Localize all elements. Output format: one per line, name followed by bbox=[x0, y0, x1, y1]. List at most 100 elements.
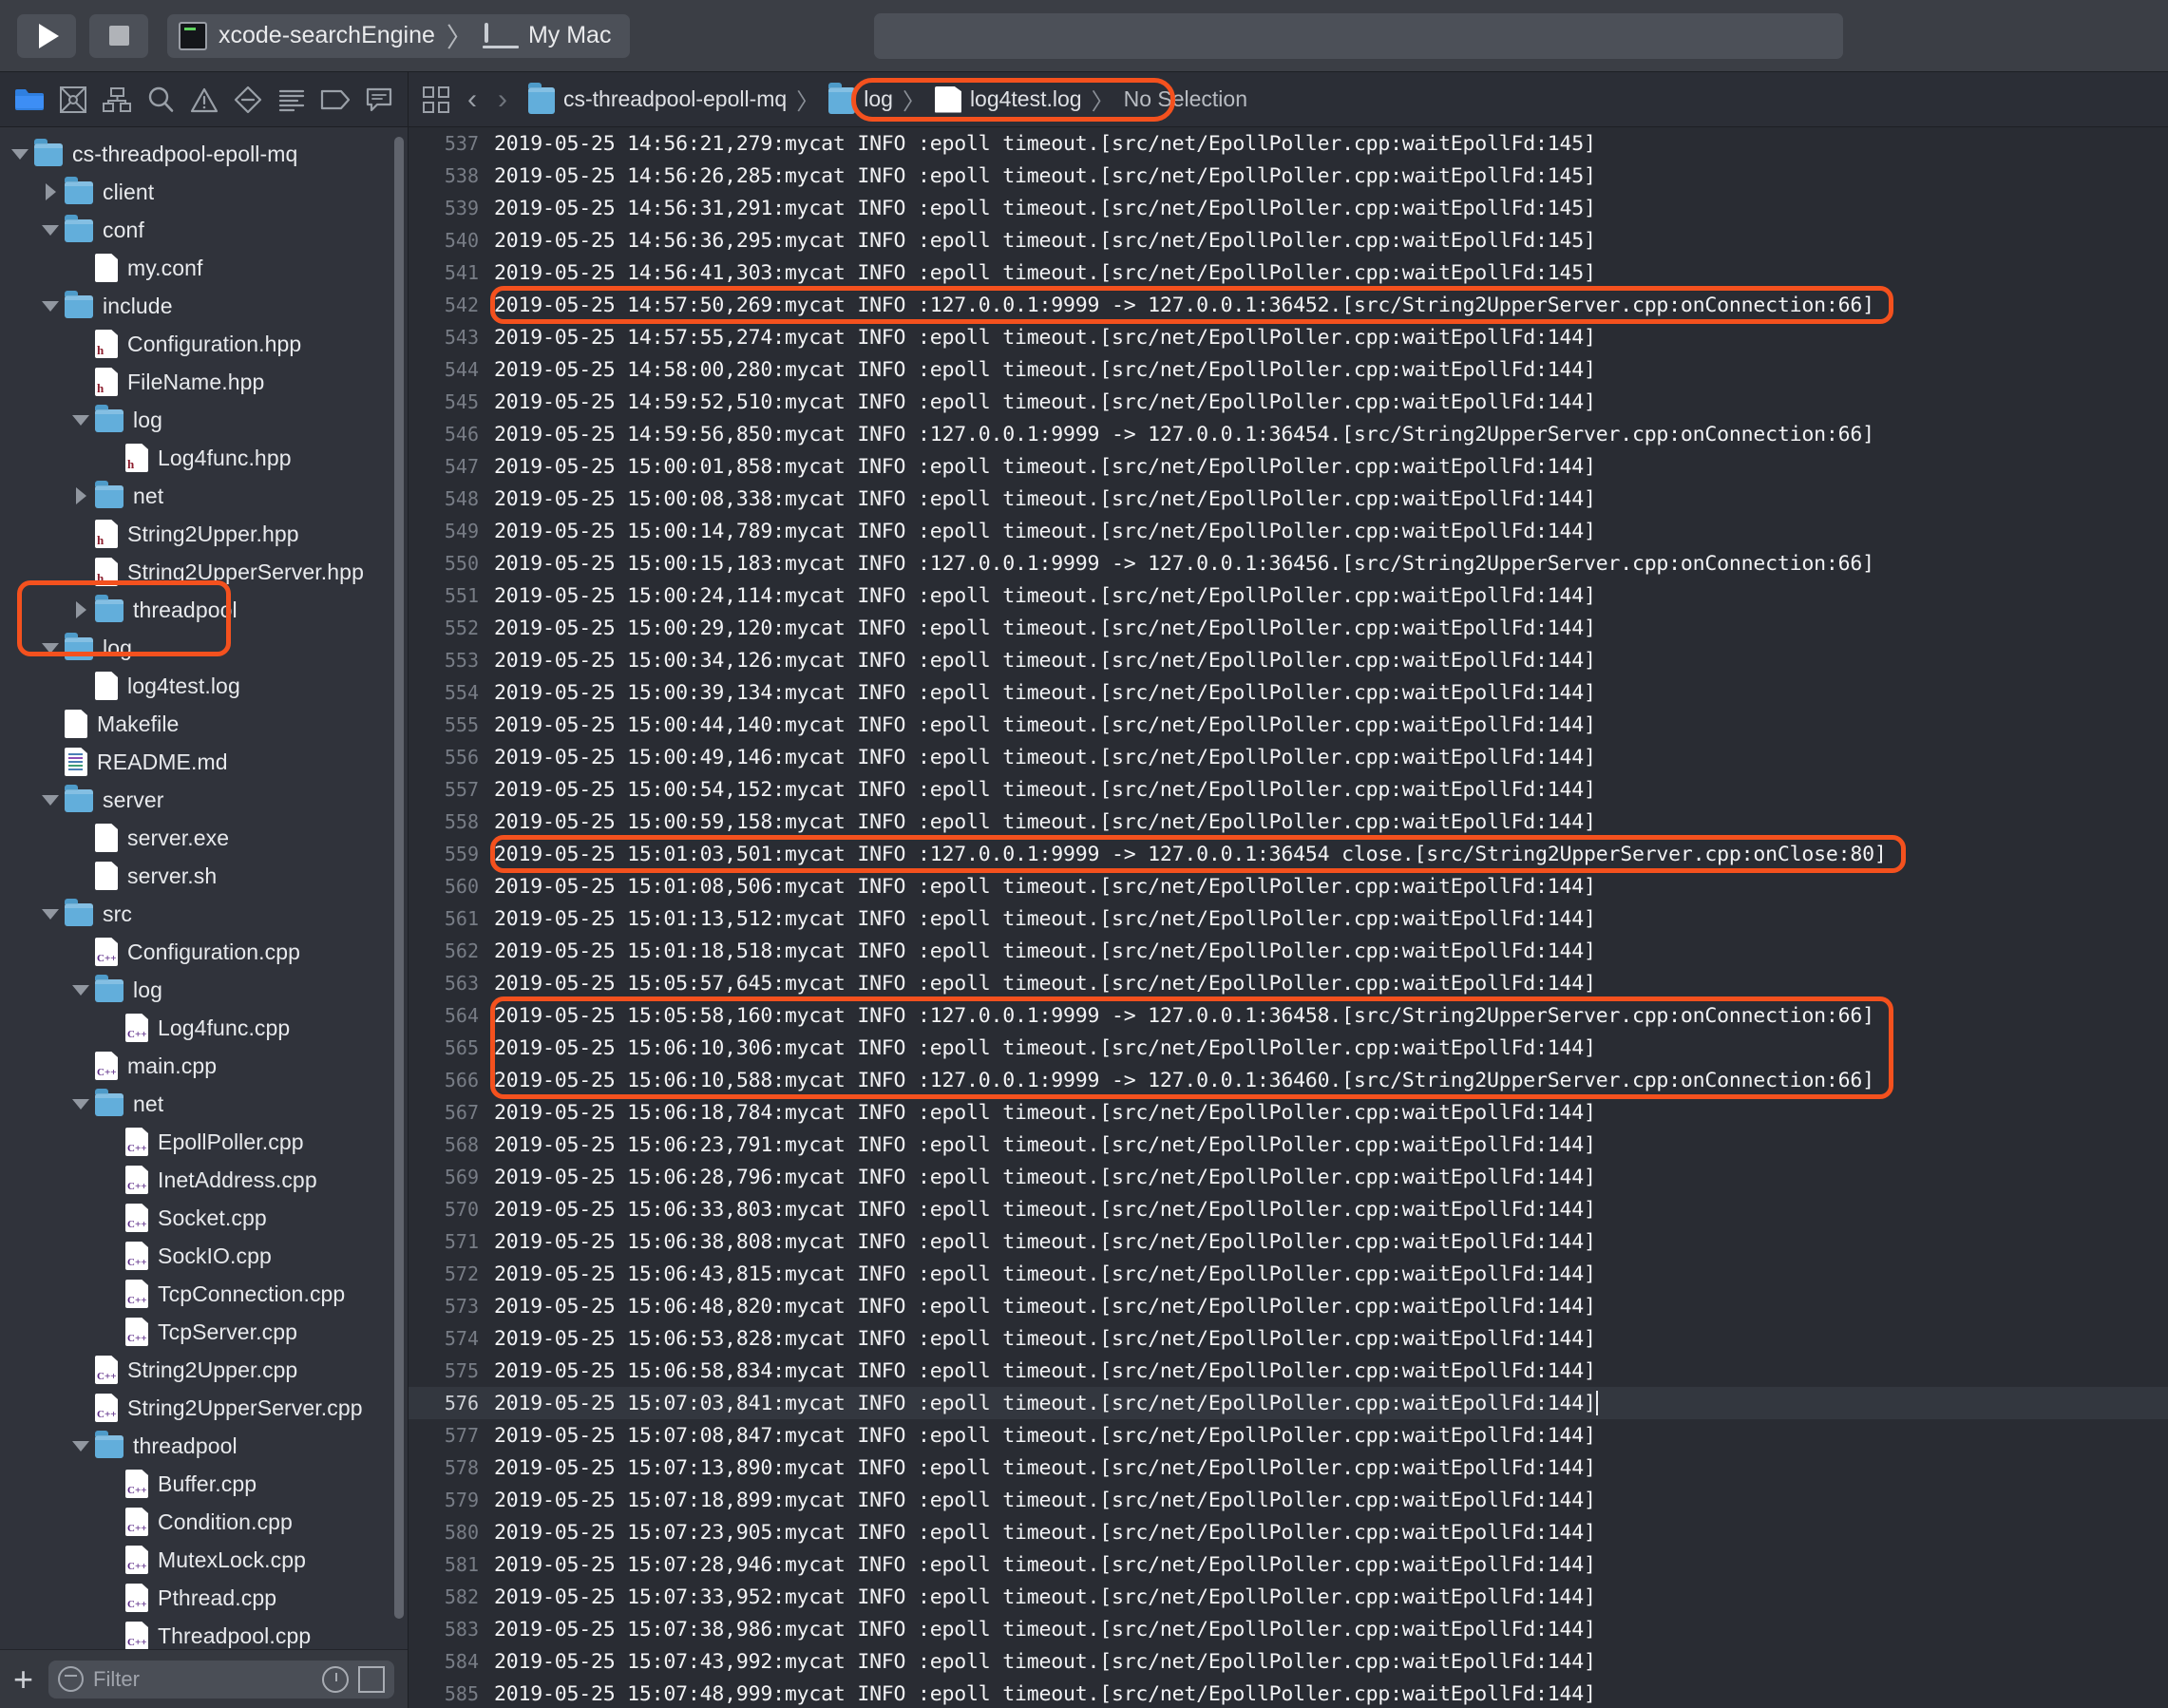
stop-button[interactable] bbox=[89, 14, 148, 58]
log-line[interactable]: 5432019-05-25 14:57:55,274:mycat INFO :e… bbox=[409, 321, 2168, 353]
tree-item-log4test-log[interactable]: log4test.log bbox=[0, 667, 408, 705]
log-line[interactable]: 5782019-05-25 15:07:13,890:mycat INFO :e… bbox=[409, 1452, 2168, 1484]
log-line[interactable]: 5412019-05-25 14:56:41,303:mycat INFO :e… bbox=[409, 256, 2168, 289]
log-line[interactable]: 5642019-05-25 15:05:58,160:mycat INFO :1… bbox=[409, 999, 2168, 1032]
log-line[interactable]: 5552019-05-25 15:00:44,140:mycat INFO :e… bbox=[409, 709, 2168, 741]
log-line[interactable]: 5382019-05-25 14:56:26,285:mycat INFO :e… bbox=[409, 160, 2168, 192]
find-navigator-icon[interactable] bbox=[141, 80, 181, 120]
log-line[interactable]: 5472019-05-25 15:00:01,858:mycat INFO :e… bbox=[409, 450, 2168, 483]
back-button[interactable]: ‹ bbox=[467, 84, 477, 116]
tree-item-conf[interactable]: conf bbox=[0, 211, 408, 249]
log-line[interactable]: 5652019-05-25 15:06:10,306:mycat INFO :e… bbox=[409, 1032, 2168, 1064]
log-line[interactable]: 5602019-05-25 15:01:08,506:mycat INFO :e… bbox=[409, 870, 2168, 902]
tree-item-main-cpp[interactable]: main.cpp bbox=[0, 1047, 408, 1085]
log-line[interactable]: 5752019-05-25 15:06:58,834:mycat INFO :e… bbox=[409, 1355, 2168, 1387]
log-line[interactable]: 5482019-05-25 15:00:08,338:mycat INFO :e… bbox=[409, 483, 2168, 515]
tree-item-pthread-cpp[interactable]: Pthread.cpp bbox=[0, 1579, 408, 1617]
tree-item-my-conf[interactable]: my.conf bbox=[0, 249, 408, 287]
log-line[interactable]: 5462019-05-25 14:59:56,850:mycat INFO :1… bbox=[409, 418, 2168, 450]
log-line[interactable]: 5612019-05-25 15:01:13,512:mycat INFO :e… bbox=[409, 902, 2168, 935]
log-line[interactable]: 5622019-05-25 15:01:18,518:mycat INFO :e… bbox=[409, 935, 2168, 967]
symbol-navigator-icon[interactable] bbox=[97, 80, 137, 120]
disclosure-triangle-icon[interactable] bbox=[40, 225, 61, 236]
log-line[interactable]: 5692019-05-25 15:06:28,796:mycat INFO :e… bbox=[409, 1161, 2168, 1193]
forward-button[interactable]: › bbox=[498, 84, 507, 116]
log-line[interactable]: 5832019-05-25 15:07:38,986:mycat INFO :e… bbox=[409, 1613, 2168, 1645]
log-line[interactable]: 5452019-05-25 14:59:52,510:mycat INFO :e… bbox=[409, 386, 2168, 418]
disclosure-triangle-icon[interactable] bbox=[70, 1099, 91, 1110]
navigator-scrollbar[interactable] bbox=[394, 137, 404, 1619]
disclosure-triangle-icon[interactable] bbox=[10, 149, 30, 160]
breadcrumb-item-log-folder[interactable]: log bbox=[828, 85, 893, 114]
tree-item-string2upperserver-hpp[interactable]: String2UpperServer.hpp bbox=[0, 553, 408, 591]
debug-navigator-icon[interactable] bbox=[272, 80, 312, 120]
log-line[interactable]: 5592019-05-25 15:01:03,501:mycat INFO :1… bbox=[409, 838, 2168, 870]
tree-item-threadpool[interactable]: threadpool bbox=[0, 591, 408, 629]
tree-item-tcpserver-cpp[interactable]: TcpServer.cpp bbox=[0, 1313, 408, 1351]
issue-navigator-icon[interactable] bbox=[184, 80, 224, 120]
log-line[interactable]: 5852019-05-25 15:07:48,999:mycat INFO :e… bbox=[409, 1678, 2168, 1708]
related-items-icon[interactable] bbox=[422, 85, 450, 114]
log-line[interactable]: 5672019-05-25 15:06:18,784:mycat INFO :e… bbox=[409, 1096, 2168, 1129]
log-line[interactable]: 5402019-05-25 14:56:36,295:mycat INFO :e… bbox=[409, 224, 2168, 256]
log-line[interactable]: 5522019-05-25 15:00:29,120:mycat INFO :e… bbox=[409, 612, 2168, 644]
disclosure-triangle-icon[interactable] bbox=[70, 487, 91, 504]
log-line[interactable]: 5822019-05-25 15:07:33,952:mycat INFO :e… bbox=[409, 1581, 2168, 1613]
recent-files-icon[interactable] bbox=[322, 1666, 349, 1693]
log-line[interactable]: 5712019-05-25 15:06:38,808:mycat INFO :e… bbox=[409, 1225, 2168, 1258]
log-line[interactable]: 5702019-05-25 15:06:33,803:mycat INFO :e… bbox=[409, 1193, 2168, 1225]
activity-status-field[interactable] bbox=[874, 13, 1843, 59]
log-line[interactable]: 5732019-05-25 15:06:48,820:mycat INFO :e… bbox=[409, 1290, 2168, 1322]
tree-item-buffer-cpp[interactable]: Buffer.cpp bbox=[0, 1465, 408, 1503]
tree-item-configuration-cpp[interactable]: Configuration.cpp bbox=[0, 933, 408, 971]
log-line[interactable]: 5392019-05-25 14:56:31,291:mycat INFO :e… bbox=[409, 192, 2168, 224]
tree-item-server[interactable]: server bbox=[0, 781, 408, 819]
disclosure-triangle-icon[interactable] bbox=[70, 415, 91, 426]
log-line[interactable]: 5842019-05-25 15:07:43,992:mycat INFO :e… bbox=[409, 1645, 2168, 1678]
add-file-button[interactable]: + bbox=[13, 1662, 33, 1697]
tree-item-log[interactable]: log bbox=[0, 971, 408, 1009]
log-line[interactable]: 5512019-05-25 15:00:24,114:mycat INFO :e… bbox=[409, 579, 2168, 612]
log-line[interactable]: 5532019-05-25 15:00:34,126:mycat INFO :e… bbox=[409, 644, 2168, 676]
log-line[interactable]: 5762019-05-25 15:07:03,841:mycat INFO :e… bbox=[409, 1387, 2168, 1419]
tree-item-mutexlock-cpp[interactable]: MutexLock.cpp bbox=[0, 1541, 408, 1579]
project-file-tree[interactable]: cs-threadpool-epoll-mqclientconfmy.confi… bbox=[0, 127, 408, 1649]
log-line[interactable]: 5772019-05-25 15:07:08,847:mycat INFO :e… bbox=[409, 1419, 2168, 1452]
tree-item-threadpool-cpp[interactable]: Threadpool.cpp bbox=[0, 1617, 408, 1649]
log-line[interactable]: 5742019-05-25 15:06:53,828:mycat INFO :e… bbox=[409, 1322, 2168, 1355]
tree-item-log4func-hpp[interactable]: Log4func.hpp bbox=[0, 439, 408, 477]
tree-item-string2upperserver-cpp[interactable]: String2UpperServer.cpp bbox=[0, 1389, 408, 1427]
log-line[interactable]: 5502019-05-25 15:00:15,183:mycat INFO :1… bbox=[409, 547, 2168, 579]
disclosure-triangle-icon[interactable] bbox=[70, 985, 91, 996]
project-navigator-icon[interactable] bbox=[10, 80, 49, 120]
tree-item-cs-threadpool-epoll-mq[interactable]: cs-threadpool-epoll-mq bbox=[0, 135, 408, 173]
tree-item-socket-cpp[interactable]: Socket.cpp bbox=[0, 1199, 408, 1237]
tree-item-net[interactable]: net bbox=[0, 1085, 408, 1123]
breakpoint-navigator-icon[interactable] bbox=[315, 80, 355, 120]
tree-item-tcpconnection-cpp[interactable]: TcpConnection.cpp bbox=[0, 1275, 408, 1313]
breadcrumb-item-no-selection[interactable]: No Selection bbox=[1124, 86, 1247, 112]
tree-item-log[interactable]: log bbox=[0, 401, 408, 439]
scheme-selector[interactable]: xcode-searchEngine 〉 My Mac bbox=[167, 14, 630, 58]
tree-item-server-sh[interactable]: server.sh bbox=[0, 857, 408, 895]
disclosure-triangle-icon[interactable] bbox=[40, 795, 61, 806]
log-line[interactable]: 5802019-05-25 15:07:23,905:mycat INFO :e… bbox=[409, 1516, 2168, 1548]
tree-item-condition-cpp[interactable]: Condition.cpp bbox=[0, 1503, 408, 1541]
log-content-view[interactable]: 5372019-05-25 14:56:21,279:mycat INFO :e… bbox=[409, 127, 2168, 1708]
log-line[interactable]: 5422019-05-25 14:57:50,269:mycat INFO :1… bbox=[409, 289, 2168, 321]
disclosure-triangle-icon[interactable] bbox=[70, 601, 91, 618]
log-line[interactable]: 5562019-05-25 15:00:49,146:mycat INFO :e… bbox=[409, 741, 2168, 773]
tree-item-epollpoller-cpp[interactable]: EpollPoller.cpp bbox=[0, 1123, 408, 1161]
tree-item-string2upper-hpp[interactable]: String2Upper.hpp bbox=[0, 515, 408, 553]
disclosure-triangle-icon[interactable] bbox=[70, 1441, 91, 1452]
test-navigator-icon[interactable] bbox=[228, 80, 268, 120]
filter-input[interactable]: Filter bbox=[48, 1661, 394, 1699]
log-line[interactable]: 5582019-05-25 15:00:59,158:mycat INFO :e… bbox=[409, 806, 2168, 838]
log-line[interactable]: 5372019-05-25 14:56:21,279:mycat INFO :e… bbox=[409, 127, 2168, 160]
breadcrumb-item-project[interactable]: cs-threadpool-epoll-mq bbox=[528, 85, 787, 114]
tree-item-inetaddress-cpp[interactable]: InetAddress.cpp bbox=[0, 1161, 408, 1199]
log-line[interactable]: 5662019-05-25 15:06:10,588:mycat INFO :1… bbox=[409, 1064, 2168, 1096]
tree-item-makefile[interactable]: Makefile bbox=[0, 705, 408, 743]
tree-item-log4func-cpp[interactable]: Log4func.cpp bbox=[0, 1009, 408, 1047]
source-control-navigator-icon[interactable] bbox=[53, 80, 93, 120]
